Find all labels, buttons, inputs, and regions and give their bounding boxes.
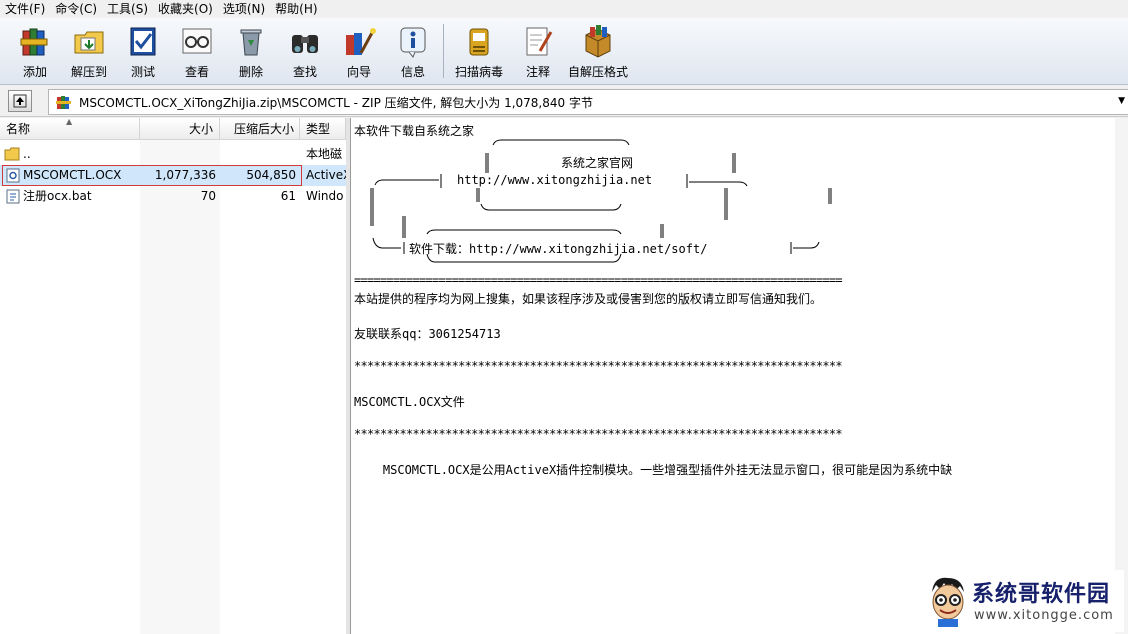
comment-scrollbar[interactable] [1115,118,1128,634]
add-button[interactable]: 添加 [8,18,62,84]
comment-box-title: 系统之家官网 [561,156,634,170]
file-packed-size: 61 [280,189,296,203]
column-type[interactable]: 类型 [300,118,346,140]
virus-scan-button[interactable]: 扫描病毒 [447,18,511,84]
view-label: 查看 [184,65,209,79]
binoculars-icon [292,35,318,53]
size-column-bg [140,140,220,634]
menu-file[interactable]: 文件(F) [0,0,50,18]
file-list: 名称 ▲ 大小 压缩后大小 类型 .. 本地磁 MSCOMCTL.OCX 1,0… [0,118,347,634]
address-bar: MSCOMCTL.OCX_XiTongZhiJia.zip\MSCOMCTL -… [0,86,1128,117]
comment-label: 注释 [525,65,550,79]
menu-help[interactable]: 帮助(H) [270,0,322,18]
sfx-box-icon [585,25,611,58]
column-size-label: 大小 [188,122,213,136]
extract-label: 解压到 [70,65,107,79]
recycle-bin-icon [240,29,262,56]
menu-command[interactable]: 命令(C) [50,0,102,18]
file-type: 本地磁 [306,147,343,161]
comment-stars: ****************************************… [354,359,843,373]
virus-scan-icon [469,28,489,56]
folder-extract-icon [74,31,104,54]
bat-file-icon [6,189,20,204]
checkbox-test-icon [130,27,156,56]
test-button[interactable]: 测试 [116,18,170,84]
add-label: 添加 [22,65,47,79]
wizard-button[interactable]: 向导 [332,18,386,84]
comment-header: 本软件下载自系统之家 [354,124,475,138]
wizard-label: 向导 [346,65,371,79]
column-type-label: 类型 [306,122,331,136]
comment-button[interactable]: 注释 [511,18,565,84]
list-item-parent[interactable]: .. 本地磁 [0,144,346,165]
info-button[interactable]: 信息 [386,18,440,84]
comment-notice: 本站提供的程序均为网上搜集，如果该程序涉及或侵害到您的版权请立即写信通知我们。 [354,292,823,306]
address-path: MSCOMCTL.OCX_XiTongZhiJia.zip\MSCOMCTL -… [79,95,593,110]
extract-button[interactable]: 解压到 [62,18,116,84]
column-size[interactable]: 大小 [140,118,220,140]
view-button[interactable]: 查看 [170,18,224,84]
sfx-label: 自解压格式 [567,65,628,79]
menu-bar: 文件(F) 命令(C) 工具(S) 收藏夹(O) 选项(N) 帮助(H) [0,0,1128,18]
sort-arrow-icon: ▲ [66,118,73,126]
find-button[interactable]: 查找 [278,18,332,84]
file-size: 1,077,336 [154,168,216,182]
address-dropdown-icon[interactable]: ▼ [1118,96,1125,106]
comment-contact: 友联联系qq：3061254713 [354,327,501,341]
column-name[interactable]: 名称 ▲ [0,118,140,140]
comment-box-url: http://www.xitongzhijia.net [457,173,653,187]
comment-divider: ========================================… [354,273,843,287]
menu-tools[interactable]: 工具(S) [102,0,153,18]
sfx-button[interactable]: 自解压格式 [565,18,631,84]
virus-scan-label: 扫描病毒 [454,65,503,79]
file-name: 注册ocx.bat [23,189,92,203]
delete-button[interactable]: 删除 [224,18,278,84]
watermark-url: www.xitongge.com [974,608,1114,623]
books-add-icon [20,28,48,56]
file-packed-size: 504,850 [246,168,296,182]
toolbar: 添加 解压到 测试 查看 删除 查找 向导 信息 扫描病毒 注释 自解压格式 [0,18,1128,85]
file-type: Windo [306,189,344,203]
comment-stars: ****************************************… [354,427,843,441]
file-name: .. [23,147,31,161]
comment-file-title: MSCOMCTL.OCX文件 [354,395,465,409]
menu-options[interactable]: 选项(N) [218,0,270,18]
test-label: 测试 [130,65,155,79]
menu-favorites[interactable]: 收藏夹(O) [153,0,218,18]
ocx-file-icon [6,168,20,183]
file-type: ActiveX [306,168,346,182]
list-item[interactable]: 注册ocx.bat 70 61 Windo [0,186,346,207]
address-field[interactable]: MSCOMCTL.OCX_XiTongZhiJia.zip\MSCOMCTL -… [48,89,1128,115]
glasses-view-icon [182,28,212,54]
column-packed[interactable]: 压缩后大小 [220,118,300,140]
up-folder-button[interactable] [8,90,32,112]
wizard-books-icon [346,28,376,55]
watermark-name: 系统哥软件园 [972,582,1111,607]
archive-icon [56,96,71,109]
file-name: MSCOMCTL.OCX [23,168,122,182]
list-item-selected[interactable]: MSCOMCTL.OCX 1,077,336 504,850 ActiveX [0,165,346,186]
comment-pen-icon [526,27,553,56]
mascot-face-icon [932,577,964,627]
info-icon [400,27,426,58]
watermark-logo: 系统哥软件园 www.xitongge.com [922,570,1124,632]
toolbar-separator [443,24,444,78]
column-packed-label: 压缩后大小 [233,122,294,136]
file-size: 70 [200,189,216,203]
folder-icon [4,147,20,161]
comment-soft-link: 软件下载：http://www.xitongzhijia.net/soft/ [409,242,708,256]
comment-description: MSCOMCTL.OCX是公用ActiveX插件控制模块。一些增强型插件外挂无法… [354,463,953,477]
comment-pane[interactable]: 本软件下载自系统之家 系统之家官网 http://www.xitongzhiji… [350,118,1128,634]
delete-label: 删除 [238,65,263,79]
info-label: 信息 [400,65,425,79]
up-arrow-icon [13,94,27,108]
column-name-label: 名称 [6,122,31,136]
find-label: 查找 [292,65,317,79]
